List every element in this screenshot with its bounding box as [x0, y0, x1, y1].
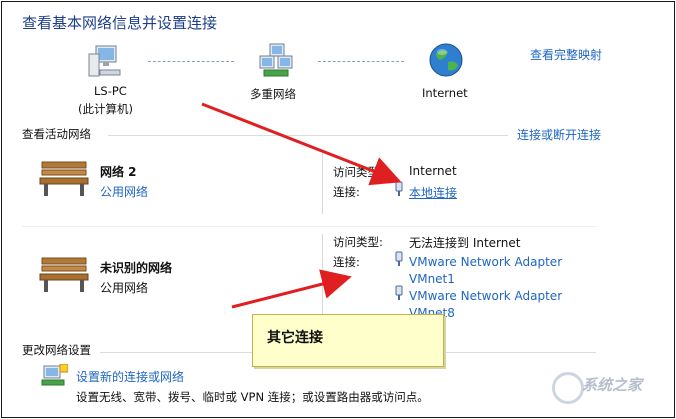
callout-text: 其它连接	[267, 330, 323, 346]
watermark-text: 系统之家	[582, 376, 643, 394]
arrow-to-vmnet-adapters	[231, 269, 352, 309]
annotation-callout: 其它连接	[252, 314, 444, 367]
watermark-logo-icon	[552, 372, 584, 404]
arrow-to-local-connection	[201, 102, 402, 186]
